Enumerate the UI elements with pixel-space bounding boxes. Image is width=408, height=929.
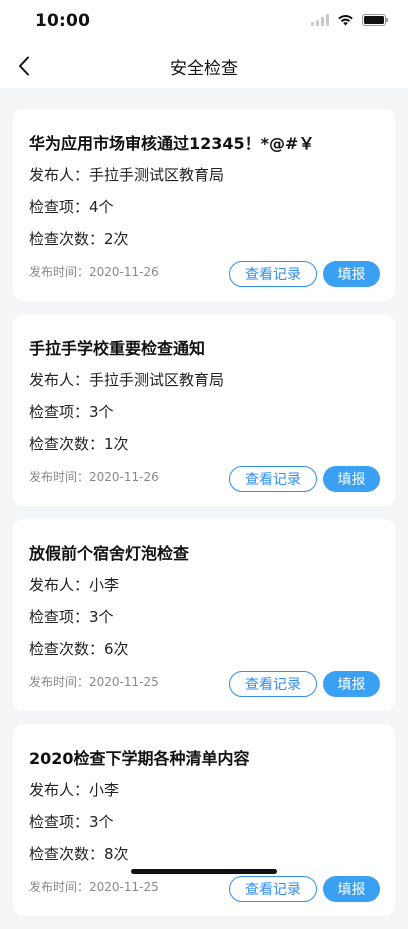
battery-icon — [362, 14, 388, 26]
card-item-count: 检查项：4个 — [29, 198, 114, 216]
view-records-button[interactable]: 查看记录 — [229, 466, 317, 492]
card-publisher: 发布人：小李 — [29, 576, 120, 594]
inspection-card: 2020检查下学期各种清单内容 发布人：小李 检查项：3个 检查次数：8次 发布… — [13, 724, 395, 916]
card-publisher: 发布人：小李 — [29, 781, 120, 799]
card-item-count: 检查项：3个 — [29, 813, 114, 831]
home-indicator — [131, 869, 277, 874]
card-check-count: 检查次数：8次 — [29, 845, 129, 863]
fill-report-button[interactable]: 填报 — [323, 876, 380, 902]
view-records-button[interactable]: 查看记录 — [229, 261, 317, 287]
card-title: 手拉手学校重要检查通知 — [29, 339, 206, 358]
nav-bar: 安全检查 — [0, 44, 408, 88]
card-title: 2020检查下学期各种清单内容 — [29, 749, 250, 768]
page-title: 安全检查 — [170, 59, 238, 79]
card-title: 放假前个宿舍灯泡检查 — [29, 544, 190, 563]
inspection-card: 放假前个宿舍灯泡检查 发布人：小李 检查项：3个 检查次数：6次 发布时间：20… — [13, 519, 395, 711]
inspection-card: 华为应用市场审核通过12345！*@#￥ 发布人：手拉手测试区教育局 检查项：4… — [13, 109, 395, 301]
status-bar: 10:00 — [0, 0, 408, 44]
card-publish-time: 发布时间：2020-11-26 — [29, 470, 159, 484]
card-publisher: 发布人：手拉手测试区教育局 — [29, 166, 225, 184]
cellular-signal-icon — [311, 14, 329, 26]
inspection-list: 华为应用市场审核通过12345！*@#￥ 发布人：手拉手测试区教育局 检查项：4… — [13, 109, 395, 929]
inspection-card: 手拉手学校重要检查通知 发布人：手拉手测试区教育局 检查项：3个 检查次数：1次… — [13, 314, 395, 506]
card-check-count: 检查次数：6次 — [29, 640, 129, 658]
view-records-button[interactable]: 查看记录 — [229, 671, 317, 697]
card-check-count: 检查次数：2次 — [29, 230, 129, 248]
wifi-icon — [338, 14, 353, 26]
card-title: 华为应用市场审核通过12345！*@#￥ — [29, 134, 315, 153]
status-icons — [311, 14, 388, 26]
top-area: 10:00 安全检查 — [0, 0, 408, 88]
status-time: 10:00 — [35, 11, 91, 31]
card-publish-time: 发布时间：2020-11-25 — [29, 675, 159, 689]
card-item-count: 检查项：3个 — [29, 403, 114, 421]
fill-report-button[interactable]: 填报 — [323, 261, 380, 287]
view-records-button[interactable]: 查看记录 — [229, 876, 317, 902]
card-publisher: 发布人：手拉手测试区教育局 — [29, 371, 225, 389]
fill-report-button[interactable]: 填报 — [323, 671, 380, 697]
card-publish-time: 发布时间：2020-11-26 — [29, 265, 159, 279]
card-publish-time: 发布时间：2020-11-25 — [29, 880, 159, 894]
fill-report-button[interactable]: 填报 — [323, 466, 380, 492]
card-item-count: 检查项：3个 — [29, 608, 114, 626]
card-check-count: 检查次数：1次 — [29, 435, 129, 453]
